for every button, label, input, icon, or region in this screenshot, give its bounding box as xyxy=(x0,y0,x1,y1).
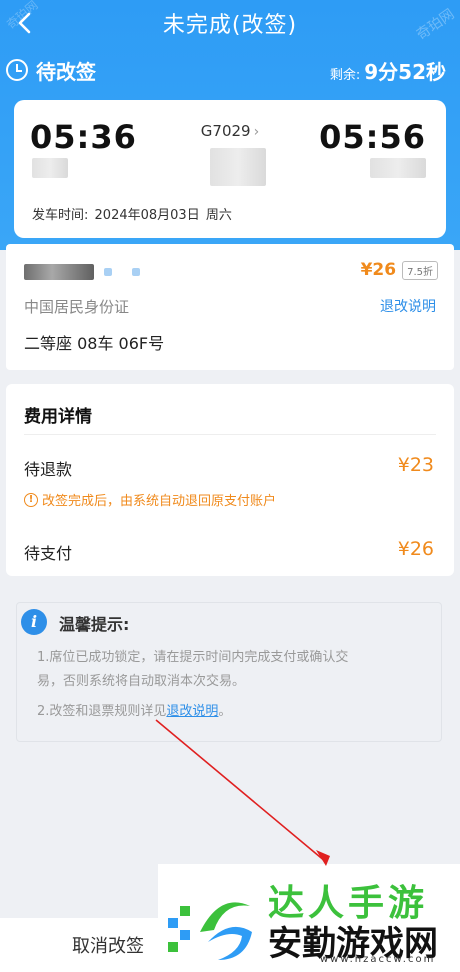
departure-date-label: 发车时间: xyxy=(32,208,89,223)
fee-details-card: 费用详情 待退款 ¥23 ! 改签完成后，由系统自动退回原支付账户 待支付 ¥2… xyxy=(6,384,454,576)
departure-station-blurred xyxy=(32,158,68,178)
id-type: 中国居民身份证 xyxy=(24,298,130,316)
remain-time: 9分52秒 xyxy=(364,59,446,84)
departure-date: 2024年08月03日 xyxy=(94,208,200,223)
refund-label: 待退款 xyxy=(24,460,73,479)
price-row: ¥26 7.5折 xyxy=(361,260,438,280)
warning-icon: ! xyxy=(24,492,38,507)
ticket-card: 05:36 G7029 › 05:56 发车时间: 2024年08月03日 周六 xyxy=(14,100,446,238)
logo-url: www.hzaccw.com xyxy=(320,954,436,965)
departure-date-line: 发车时间: 2024年08月03日 周六 xyxy=(32,204,234,223)
tips-title: 温馨提示: xyxy=(59,615,130,634)
refund-amount: ¥23 xyxy=(397,454,434,476)
passenger-card: ¥26 7.5折 中国居民身份证 退改说明 二等座 08车 06F号 xyxy=(6,244,454,370)
tip-line-2: 2.改签和退票规则详见退改说明。 xyxy=(37,701,231,723)
ticket-price: ¥26 xyxy=(360,260,397,280)
tip-line-1a: 1.席位已成功锁定，请在提示时间内完成支付或确认交 xyxy=(37,650,349,665)
passenger-tag-blurred xyxy=(104,268,112,276)
logo-icon xyxy=(168,902,252,960)
cancel-change-button[interactable]: 取消改签 xyxy=(72,932,144,958)
departure-weekday: 周六 xyxy=(205,208,232,223)
train-number-text: G7029 xyxy=(200,122,251,140)
divider xyxy=(24,434,436,435)
back-icon[interactable] xyxy=(10,8,40,38)
discount-badge: 7.5折 xyxy=(402,260,438,280)
pay-amount: ¥26 xyxy=(397,538,434,560)
seat-info: 二等座 08车 06F号 xyxy=(24,334,165,353)
passenger-tag-blurred-2 xyxy=(132,268,140,276)
status-row: 待改签 剩余: 9分52秒 xyxy=(0,50,460,90)
tips-box: i 温馨提示: 1.席位已成功锁定，请在提示时间内完成支付或确认交 易，否则系统… xyxy=(16,602,442,742)
duration-blurred xyxy=(210,148,266,186)
pay-label: 待支付 xyxy=(24,544,73,563)
tip-refund-rules-link[interactable]: 退改说明 xyxy=(166,704,218,719)
site-logo: 达人手游 安勤游戏网 www.hzaccw.com xyxy=(160,872,460,968)
chevron-right-icon: › xyxy=(253,124,260,140)
remain-label: 剩余: xyxy=(329,67,361,83)
info-icon: i xyxy=(21,609,47,635)
status-label: 待改签 xyxy=(36,59,96,84)
tip-line-2-suffix: 。 xyxy=(218,704,232,719)
refund-rules-link[interactable]: 退改说明 xyxy=(380,296,436,316)
fee-title: 费用详情 xyxy=(24,407,92,427)
tip-line-1b: 易，否则系统将自动取消本次交易。 xyxy=(37,674,246,689)
page-title: 未完成(改签) xyxy=(162,13,298,38)
passenger-name-blurred xyxy=(24,264,94,280)
clock-icon xyxy=(6,59,28,81)
refund-note: ! 改签完成后，由系统自动退回原支付账户 xyxy=(24,490,276,509)
refund-note-text: 改签完成后，由系统自动退回原支付账户 xyxy=(42,494,277,509)
arrival-station-blurred xyxy=(370,158,426,178)
nav-bar: 未完成(改签) xyxy=(0,0,460,46)
arrival-time: 05:56 xyxy=(319,118,426,156)
tip-line-2-prefix: 2.改签和退票规则详见 xyxy=(37,704,167,719)
